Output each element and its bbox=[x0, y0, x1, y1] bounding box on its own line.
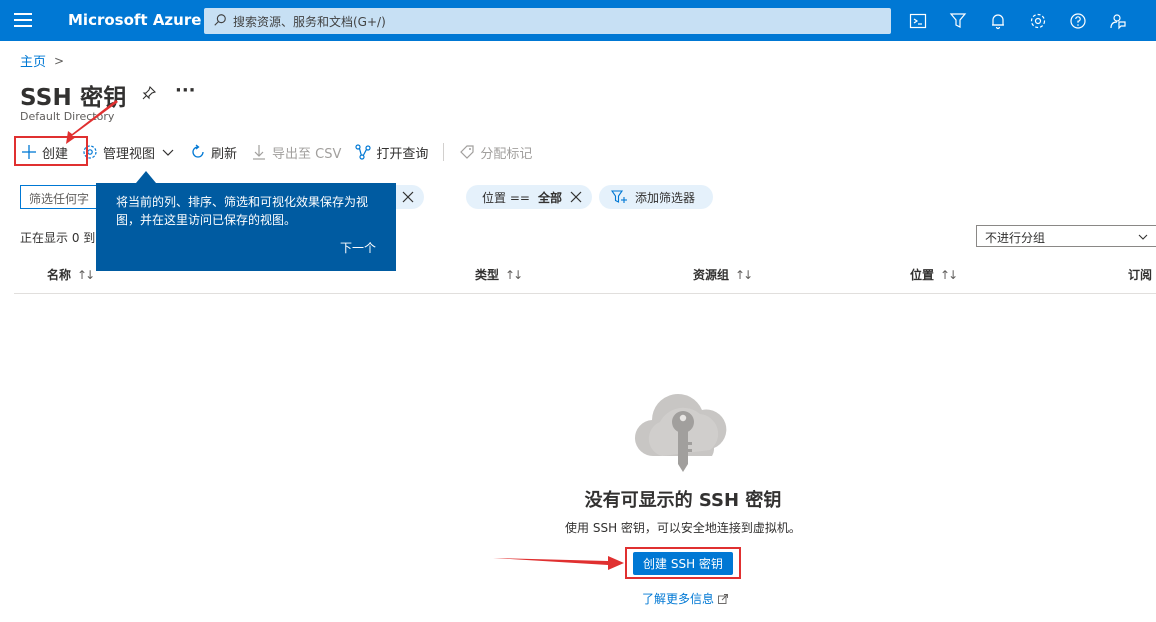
create-ssh-key-button[interactable]: 创建 SSH 密钥 bbox=[633, 552, 733, 575]
feedback-icon[interactable] bbox=[1098, 0, 1138, 41]
create-label: 创建 bbox=[42, 146, 69, 162]
help-icon[interactable] bbox=[1058, 0, 1098, 41]
add-filter-icon bbox=[611, 190, 627, 203]
column-header-location[interactable]: 位置 ↑↓ bbox=[910, 266, 958, 283]
filter-pill-location[interactable]: 位置 == 全部 bbox=[466, 185, 592, 209]
column-label: 名称 bbox=[47, 268, 72, 282]
refresh-label: 刷新 bbox=[211, 146, 238, 162]
sort-icon: ↑↓ bbox=[505, 267, 523, 282]
column-label: 资源组 bbox=[693, 268, 730, 282]
refresh-button[interactable]: 刷新 bbox=[183, 137, 244, 167]
column-header-subscription[interactable]: 订阅 bbox=[1128, 266, 1152, 283]
chevron-down-icon bbox=[1138, 234, 1148, 240]
learn-more-link[interactable]: 了解更多信息 bbox=[642, 590, 728, 607]
filter-pill-label: 位置 == bbox=[482, 190, 530, 205]
record-count: 正在显示 0 到 bbox=[20, 231, 96, 245]
manage-view-label: 管理视图 bbox=[103, 146, 156, 162]
assign-tags-label: 分配标记 bbox=[480, 146, 533, 162]
export-csv-button[interactable]: 导出至 CSV bbox=[244, 137, 348, 167]
group-by-value: 不进行分组 bbox=[985, 231, 1046, 245]
refresh-icon bbox=[192, 144, 204, 158]
column-label: 订阅 bbox=[1128, 268, 1153, 282]
download-icon bbox=[253, 145, 266, 160]
toolbar-divider bbox=[443, 143, 445, 161]
cloud-key-icon bbox=[634, 394, 727, 472]
tag-icon bbox=[460, 145, 475, 159]
close-icon[interactable] bbox=[570, 191, 582, 203]
learn-more-label: 了解更多信息 bbox=[642, 592, 715, 606]
command-bar: 创建 管理视图 刷新 导出至 CSV 打开查询 分配标记 bbox=[14, 137, 539, 167]
column-header-name[interactable]: 名称 ↑↓ bbox=[47, 266, 95, 283]
create-button[interactable]: 创建 bbox=[14, 137, 75, 167]
add-filter-label: 添加筛选器 bbox=[635, 190, 696, 205]
page-subtitle: Default Directory bbox=[20, 110, 115, 123]
open-query-button[interactable]: 打开查询 bbox=[348, 137, 435, 167]
query-icon bbox=[355, 144, 372, 160]
add-filter-button[interactable]: 添加筛选器 bbox=[599, 185, 714, 209]
sort-icon: ↑↓ bbox=[940, 267, 958, 282]
teaching-bubble-text: 将当前的列、排序、筛选和可视化效果保存为视图，并在这里访问已保存的视图。 bbox=[116, 195, 369, 227]
close-icon[interactable] bbox=[402, 191, 414, 203]
pin-icon[interactable] bbox=[141, 85, 157, 101]
breadcrumb-home[interactable]: 主页 bbox=[20, 51, 46, 70]
empty-state-title: 没有可显示的 SSH 密钥 bbox=[584, 490, 782, 511]
breadcrumb: 主页 > bbox=[20, 51, 65, 71]
bubble-beak bbox=[136, 171, 156, 183]
manage-view-button[interactable]: 管理视图 bbox=[75, 137, 183, 167]
annotation-arrow-create-ssh bbox=[493, 556, 624, 570]
group-by-dropdown[interactable]: 不进行分组 bbox=[976, 225, 1156, 247]
next-button[interactable]: 下一个 bbox=[340, 239, 376, 257]
more-options-icon[interactable]: ··· bbox=[175, 80, 196, 101]
export-csv-label: 导出至 CSV bbox=[272, 146, 342, 162]
search-box[interactable]: 搜索资源、服务和文档(G+/) bbox=[204, 8, 891, 34]
column-header-type[interactable]: 类型 ↑↓ bbox=[475, 266, 523, 283]
brand-title[interactable]: Microsoft Azure bbox=[68, 11, 201, 29]
page-title: SSH 密钥 bbox=[20, 85, 127, 111]
open-query-label: 打开查询 bbox=[376, 146, 429, 162]
sort-icon: ↑↓ bbox=[735, 267, 753, 282]
search-icon bbox=[214, 14, 226, 26]
gear-icon bbox=[83, 145, 97, 159]
notifications-icon[interactable] bbox=[978, 0, 1018, 41]
column-header-resource-group[interactable]: 资源组 ↑↓ bbox=[693, 266, 753, 283]
menu-icon[interactable] bbox=[14, 13, 32, 27]
sort-icon: ↑↓ bbox=[77, 267, 95, 282]
header-divider bbox=[14, 293, 1156, 294]
chevron-right-icon: > bbox=[54, 53, 65, 68]
cloud-shell-icon[interactable] bbox=[898, 0, 938, 41]
search-placeholder: 搜索资源、服务和文档(G+/) bbox=[233, 15, 386, 29]
filter-pill-value: 全部 bbox=[537, 190, 562, 205]
directory-filter-icon[interactable] bbox=[938, 0, 978, 41]
chevron-down-icon bbox=[162, 149, 174, 156]
settings-icon[interactable] bbox=[1018, 0, 1058, 41]
plus-icon bbox=[22, 145, 36, 159]
top-bar: Microsoft Azure 搜索资源、服务和文档(G+/) bbox=[0, 0, 1156, 41]
empty-state-subtitle: 使用 SSH 密钥，可以安全地连接到虚拟机。 bbox=[565, 521, 801, 535]
column-label: 位置 bbox=[910, 268, 935, 282]
external-link-icon bbox=[718, 593, 728, 604]
column-label: 类型 bbox=[475, 268, 500, 282]
assign-tags-button[interactable]: 分配标记 bbox=[452, 137, 539, 167]
teaching-bubble: 将当前的列、排序、筛选和可视化效果保存为视图，并在这里访问已保存的视图。 下一个 bbox=[96, 171, 396, 271]
